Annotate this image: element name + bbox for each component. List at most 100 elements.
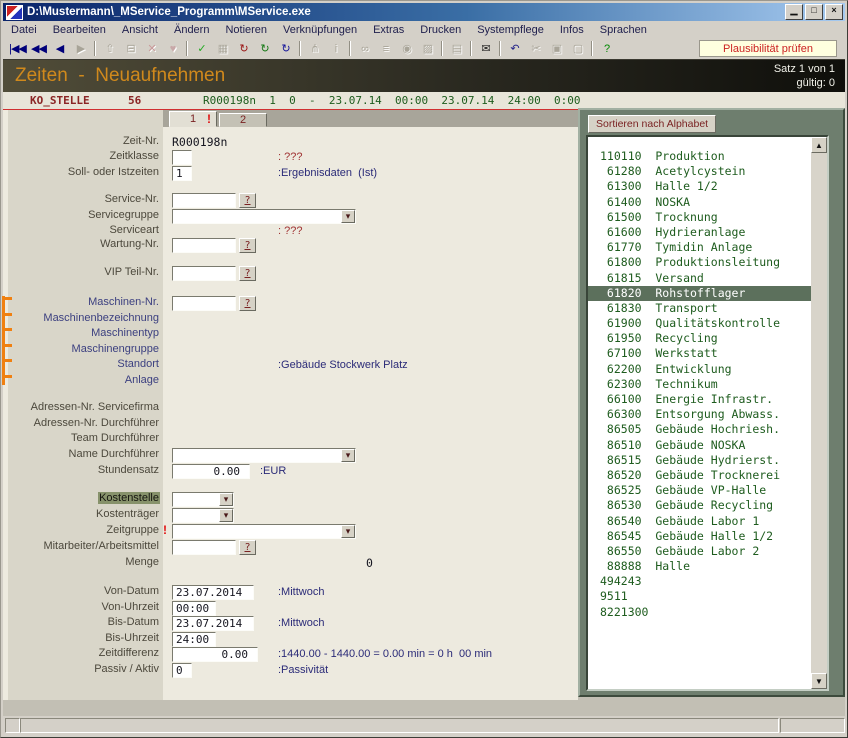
chevron-down-icon[interactable]: ▾ bbox=[341, 449, 355, 462]
mitarbeiter-arbeitsmittel-lookup-button[interactable]: ? bbox=[239, 540, 256, 555]
list-item[interactable]: 67100 Werkstatt bbox=[600, 346, 811, 361]
delete-icon: ✕ bbox=[141, 40, 162, 58]
list-item[interactable]: 494243 bbox=[600, 574, 811, 589]
list-item[interactable]: 61500 Trocknung bbox=[600, 210, 811, 225]
list-item[interactable]: 86525 Gebäude VP-Halle bbox=[600, 483, 811, 498]
wartung-nr-input[interactable] bbox=[172, 238, 236, 253]
chevron-down-icon[interactable]: ▾ bbox=[219, 493, 233, 506]
list-item[interactable]: 9511 bbox=[600, 589, 811, 604]
service-nr-input[interactable] bbox=[172, 193, 236, 208]
list-item[interactable]: 88888 Halle bbox=[600, 559, 811, 574]
list-item[interactable]: 8221300 bbox=[600, 605, 811, 620]
menu-item-bearbeiten[interactable]: Bearbeiten bbox=[45, 23, 114, 37]
list-item[interactable]: 61800 Produktionsleitung bbox=[600, 255, 811, 270]
menu-item-extras[interactable]: Extras bbox=[365, 23, 412, 37]
service-nr-lookup-button[interactable]: ? bbox=[239, 193, 256, 208]
wartung-nr-lookup-button[interactable]: ? bbox=[239, 238, 256, 253]
list-item[interactable]: 61600 Hydrieranlage bbox=[600, 225, 811, 240]
chevron-down-icon[interactable]: ▾ bbox=[341, 210, 355, 223]
prev-fast-icon[interactable]: ◀◀ bbox=[28, 40, 49, 58]
name-durchführer-dropdown[interactable]: ▾ bbox=[172, 448, 356, 463]
chevron-down-icon[interactable]: ▾ bbox=[219, 509, 233, 522]
vip-teil-nr-input[interactable] bbox=[172, 266, 236, 281]
menu-item-datei[interactable]: Datei bbox=[3, 23, 45, 37]
list-icon: ≡ bbox=[375, 40, 396, 58]
list-item[interactable]: 61400 NOSKA bbox=[600, 195, 811, 210]
list-item[interactable]: 61300 Halle 1/2 bbox=[600, 179, 811, 194]
list-item[interactable]: 61950 Recycling bbox=[600, 331, 811, 346]
mail-icon[interactable]: ✉ bbox=[475, 40, 496, 58]
field-label-von-uhrzeit: Von-Uhrzeit bbox=[8, 601, 160, 613]
undo-icon[interactable]: ↶ bbox=[504, 40, 525, 58]
sort-alphabet-button[interactable]: Sortieren nach Alphabet bbox=[588, 115, 716, 133]
menu-bar: DateiBearbeitenAnsichtÄndernNotierenVerk… bbox=[3, 22, 845, 38]
menu-item-verknüpfungen[interactable]: Verknüpfungen bbox=[275, 23, 365, 37]
refresh-green-icon[interactable]: ↻ bbox=[254, 40, 275, 58]
list-item[interactable]: 86545 Gebäude Halle 1/2 bbox=[600, 529, 811, 544]
list-item[interactable]: 61770 Tymidin Anlage bbox=[600, 240, 811, 255]
list-item[interactable]: 86510 Gebäude NOSKA bbox=[600, 438, 811, 453]
refresh-blue-icon[interactable]: ↻ bbox=[275, 40, 296, 58]
von-datum-input[interactable]: 23.07.2014 bbox=[172, 585, 254, 600]
maschinen-nr-lookup-button[interactable]: ? bbox=[239, 296, 256, 311]
field-group-marker-tick bbox=[2, 328, 12, 331]
stundensatz-input[interactable]: 0.00 bbox=[172, 464, 250, 479]
form-row-service-nr: Service-Nr.? bbox=[8, 192, 578, 208]
list-item[interactable]: 61830 Transport bbox=[600, 301, 811, 316]
list-item[interactable]: 66100 Energie Infrastr. bbox=[600, 392, 811, 407]
kostenstelle-dropdown[interactable]: ▾ bbox=[172, 492, 234, 507]
help-icon[interactable]: ? bbox=[596, 40, 617, 58]
maschinen-nr-input[interactable] bbox=[172, 296, 236, 311]
soll-oder-istzeiten-input[interactable]: 1 bbox=[172, 166, 192, 181]
minimize-button[interactable]: ▁ bbox=[785, 4, 803, 20]
menu-item-systempflege[interactable]: Systempflege bbox=[469, 23, 552, 37]
list-item[interactable]: 61280 Acetylcystein bbox=[600, 164, 811, 179]
menu-item-sprachen[interactable]: Sprachen bbox=[592, 23, 655, 37]
prev-record-icon[interactable]: ◀ bbox=[49, 40, 70, 58]
menu-item-ansicht[interactable]: Ansicht bbox=[114, 23, 166, 37]
kostenträger-dropdown[interactable]: ▾ bbox=[172, 508, 234, 523]
close-button[interactable]: × bbox=[825, 4, 843, 20]
title-bar: D:\Mustermann\_MService_Programm\MServic… bbox=[3, 3, 845, 21]
cost-center-listbox: 110110 Produktion 61280 Acetylcystein 61… bbox=[586, 135, 829, 691]
list-item[interactable]: 62300 Technikum bbox=[600, 377, 811, 392]
list-item-selected[interactable]: 61820 Rohstofflager bbox=[588, 286, 811, 301]
list-item[interactable]: 86515 Gebäude Hydrierst. bbox=[600, 453, 811, 468]
form-row-maschinentyp: Maschinentyp bbox=[8, 326, 578, 342]
refresh-red-icon[interactable]: ↻ bbox=[233, 40, 254, 58]
list-item[interactable]: 86550 Gebäude Labor 2 bbox=[600, 544, 811, 559]
menu-item-drucken[interactable]: Drucken bbox=[412, 23, 469, 37]
passiv-aktiv-input[interactable]: 0 bbox=[172, 663, 192, 678]
field-label-standort: Standort bbox=[8, 358, 160, 370]
first-record-icon[interactable]: |◀◀ bbox=[7, 40, 28, 58]
zeitklasse-input[interactable] bbox=[172, 150, 192, 165]
servicegruppe-dropdown[interactable]: ▾ bbox=[172, 209, 356, 224]
menu-item-notieren[interactable]: Notieren bbox=[217, 23, 275, 37]
list-scrollbar[interactable]: ▲ ▼ bbox=[811, 137, 827, 689]
list-item[interactable]: 86530 Gebäude Recycling bbox=[600, 498, 811, 513]
list-item[interactable]: 110110 Produktion bbox=[600, 149, 811, 164]
list-item[interactable]: 61900 Qualitätskontrolle bbox=[600, 316, 811, 331]
plausibility-check-button[interactable]: Plausibilität prüfen bbox=[699, 40, 837, 57]
maximize-button[interactable]: □ bbox=[805, 4, 823, 20]
bis-datum-input[interactable]: 23.07.2014 bbox=[172, 616, 254, 631]
list-item[interactable]: 62200 Entwicklung bbox=[600, 362, 811, 377]
scroll-up-icon[interactable]: ▲ bbox=[811, 137, 827, 153]
list-item[interactable]: 61815 Versand bbox=[600, 271, 811, 286]
von-uhrzeit-input[interactable]: 00:00 bbox=[172, 601, 216, 616]
chevron-down-icon[interactable]: ▾ bbox=[341, 525, 355, 538]
scroll-down-icon[interactable]: ▼ bbox=[811, 673, 827, 689]
menu-item-infos[interactable]: Infos bbox=[552, 23, 592, 37]
confirm-icon[interactable]: ✓ bbox=[191, 40, 212, 58]
form-row-stundensatz: Stundensatz0.00:EUR bbox=[8, 463, 578, 479]
vip-teil-nr-lookup-button[interactable]: ? bbox=[239, 266, 256, 281]
zeitgruppe-dropdown[interactable]: ▾ bbox=[172, 524, 356, 539]
list-item[interactable]: 86540 Gebäude Labor 1 bbox=[600, 514, 811, 529]
mitarbeiter-arbeitsmittel-input[interactable] bbox=[172, 540, 236, 555]
list-item[interactable]: 86520 Gebäude Trocknerei bbox=[600, 468, 811, 483]
list-item[interactable]: 86505 Gebäude Hochriesh. bbox=[600, 422, 811, 437]
menu-item-ändern[interactable]: Ändern bbox=[166, 23, 217, 37]
list-item[interactable]: 66300 Entsorgung Abwass. bbox=[600, 407, 811, 422]
zeitdifferenz-input[interactable]: 0.00 bbox=[172, 647, 258, 662]
bis-uhrzeit-input[interactable]: 24:00 bbox=[172, 632, 216, 647]
